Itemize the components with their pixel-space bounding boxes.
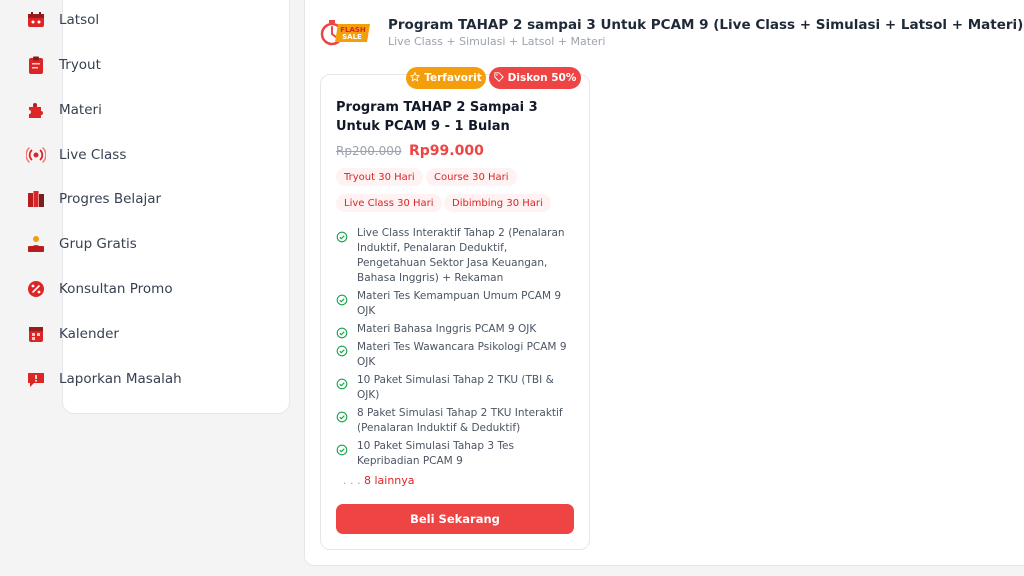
sidebar-item-label: Latsol: [59, 12, 100, 28]
star-icon: [409, 71, 421, 85]
feature-item: Live Class Interaktif Tahap 2 (Penalaran…: [336, 226, 576, 286]
feature-text: 10 Paket Simulasi Tahap 2 TKU (TBI & OJK…: [357, 374, 554, 401]
sidebar-item-label: Materi: [59, 102, 102, 118]
feature-text: Materi Tes Wawancara Psikologi PCAM 9 OJ…: [357, 341, 567, 368]
favorite-badge-label: Terfavorit: [424, 72, 482, 84]
feature-item: 8 Paket Simulasi Tahap 2 TKU Interaktif …: [336, 406, 576, 436]
feature-item: Materi Tes Wawancara Psikologi PCAM 9 OJ…: [336, 340, 576, 370]
discounted-price: Rp99.000: [409, 143, 484, 159]
feature-text: Live Class Interaktif Tahap 2 (Penalaran…: [357, 227, 565, 284]
books-icon: [26, 189, 46, 209]
original-price: Rp200.000: [336, 144, 402, 158]
calendar-icon: [26, 324, 46, 344]
feature-text: 10 Paket Simulasi Tahap 3 Tes Kepribadia…: [357, 440, 514, 467]
sidebar-item-grup-gratis[interactable]: Grup Gratis: [26, 232, 137, 256]
check-circle-icon: [336, 375, 348, 390]
broadcast-icon: [26, 145, 46, 165]
feature-list: Live Class Interaktif Tahap 2 (Penalaran…: [336, 226, 576, 472]
check-circle-icon: [336, 441, 348, 456]
sidebar-item-label: Live Class: [59, 147, 127, 163]
discount-badge: Diskon 50%: [489, 67, 581, 89]
sidebar-item-label: Laporkan Masalah: [59, 371, 182, 387]
sidebar-item-label: Konsultan Promo: [59, 281, 173, 297]
sidebar-item-label: Kalender: [59, 326, 119, 342]
sidebar-item-materi[interactable]: Materi: [26, 98, 102, 122]
duration-tag: Dibimbing 30 Hari: [444, 194, 551, 212]
feature-text: Materi Bahasa Inggris PCAM 9 OJK: [357, 323, 537, 335]
check-circle-icon: [336, 324, 348, 339]
feature-item: 10 Paket Simulasi Tahap 3 Tes Kepribadia…: [336, 439, 576, 469]
check-circle-icon: [336, 228, 348, 243]
report-message-icon: [26, 369, 46, 389]
favorite-badge: Terfavorit: [406, 67, 486, 89]
svg-text:SALE: SALE: [342, 33, 362, 41]
show-more-link[interactable]: . . . 8 lainnya: [343, 474, 415, 487]
sidebar-item-progres-belajar[interactable]: Progres Belajar: [26, 187, 161, 211]
more-ellipsis: . . .: [343, 474, 361, 487]
sidebar-item-kalender[interactable]: Kalender: [26, 322, 119, 346]
duration-tag: Course 30 Hari: [426, 168, 517, 186]
sidebar-item-latsol[interactable]: Latsol: [26, 8, 99, 32]
sidebar-item-tryout[interactable]: Tryout: [26, 53, 101, 77]
feature-item: 10 Paket Simulasi Tahap 2 TKU (TBI & OJK…: [336, 373, 576, 403]
sidebar-item-laporkan-masalah[interactable]: Laporkan Masalah: [26, 367, 182, 391]
tag-icon: [494, 71, 504, 85]
check-circle-icon: [336, 408, 348, 423]
buy-now-button[interactable]: Beli Sekarang: [336, 504, 574, 534]
puzzle-icon: [26, 100, 46, 120]
discount-badge-label: Diskon 50%: [507, 72, 577, 84]
sidebar-item-live-class[interactable]: Live Class: [26, 143, 126, 167]
check-circle-icon: [336, 342, 348, 357]
product-title: Program TAHAP 2 Sampai 3 Untuk PCAM 9 - …: [336, 100, 538, 134]
page-title: Program TAHAP 2 sampai 3 Untuk PCAM 9 (L…: [388, 17, 1024, 33]
duration-tag: Tryout 30 Hari: [336, 168, 423, 186]
feature-text: Materi Tes Kemampuan Umum PCAM 9 OJK: [357, 290, 562, 317]
clipboard-icon: [26, 55, 46, 75]
sidebar-item-label: Grup Gratis: [59, 236, 137, 252]
feature-item: Materi Tes Kemampuan Umum PCAM 9 OJK: [336, 289, 576, 319]
percent-badge-icon: [26, 279, 46, 299]
calendar-shop-icon: [26, 10, 46, 30]
more-count: 8 lainnya: [363, 474, 415, 487]
sidebar-item-label: Progres Belajar: [59, 191, 162, 207]
flash-sale-logo: FLASH SALE: [320, 14, 372, 50]
sidebar-item-label: Tryout: [59, 57, 101, 73]
feature-item: Materi Bahasa Inggris PCAM 9 OJK: [336, 322, 576, 339]
sidebar-item-konsultan-promo[interactable]: Konsultan Promo: [26, 277, 173, 301]
group-icon: [26, 234, 46, 254]
check-circle-icon: [336, 291, 348, 306]
feature-text: 8 Paket Simulasi Tahap 2 TKU Interaktif …: [357, 407, 563, 434]
duration-tag: Live Class 30 Hari: [336, 194, 442, 212]
page-subtitle: Live Class + Simulasi + Latsol + Materi: [388, 35, 606, 48]
